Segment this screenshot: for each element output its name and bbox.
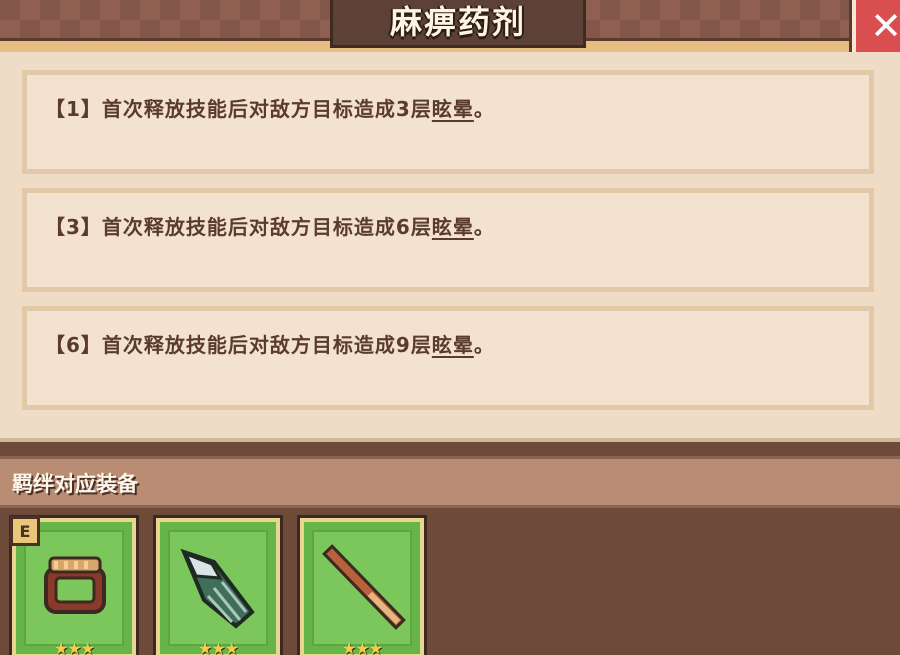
close-x-icon: ✕ <box>870 4 900 48</box>
bond-section-header: 羁绊对应装备 <box>0 456 900 508</box>
wooden-stick-icon <box>322 544 406 630</box>
star-rating: ★★★ <box>341 639 383 655</box>
page-title: 麻痹药剂 <box>389 3 526 41</box>
equipment-slot-3[interactable]: ★★★ <box>297 515 427 655</box>
effect-keyword-link[interactable]: 眩晕 <box>432 215 474 239</box>
star-rating: ★★★ <box>53 639 95 655</box>
skill-detail-screen: 麻痹药剂 ✕ 【1】首次释放技能后对敌方目标造成3层眩晕。 【3】首次释放技能后… <box>0 0 900 655</box>
equipment-badge: E <box>10 516 40 546</box>
effect-card-6: 【6】首次释放技能后对敌方目标造成9层眩晕。 <box>22 306 874 410</box>
effect-text-1: 【1】首次释放技能后对敌方目标造成3层眩晕。 <box>45 97 495 121</box>
effect-card-1: 【1】首次释放技能后对敌方目标造成3层眩晕。 <box>22 70 874 174</box>
star-rating: ★★★ <box>197 639 239 655</box>
ring-bracelet-icon <box>44 556 106 614</box>
equipment-slot-2[interactable]: ★★★ <box>153 515 283 655</box>
effect-text-6: 【6】首次释放技能后对敌方目标造成9层眩晕。 <box>45 333 495 357</box>
effect-card-3: 【3】首次释放技能后对敌方目标造成6层眩晕。 <box>22 188 874 292</box>
green-shell-icon <box>180 548 255 629</box>
equipment-slot-1[interactable]: E ★★★ <box>9 515 139 655</box>
effect-text-3: 【3】首次释放技能后对敌方目标造成6层眩晕。 <box>45 215 495 239</box>
title-plate: 麻痹药剂 <box>330 0 586 48</box>
bond-section-title: 羁绊对应装备 <box>12 472 138 496</box>
effect-description-panel: 【1】首次释放技能后对敌方目标造成3层眩晕。 【3】首次释放技能后对敌方目标造成… <box>0 52 900 442</box>
close-button[interactable]: ✕ <box>849 0 900 63</box>
effect-keyword-link[interactable]: 眩晕 <box>432 97 474 121</box>
effect-keyword-link[interactable]: 眩晕 <box>432 333 474 357</box>
